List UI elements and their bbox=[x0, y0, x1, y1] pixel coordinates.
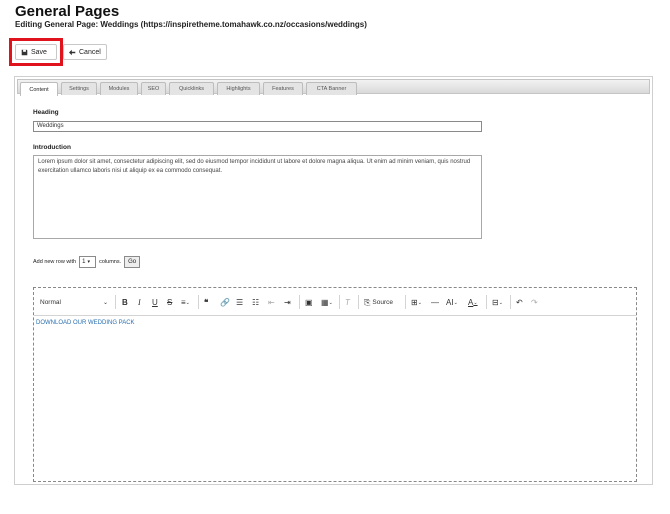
strikethrough-icon[interactable]: S bbox=[167, 297, 172, 308]
heading-input[interactable]: Weddings bbox=[33, 121, 482, 132]
bold-icon[interactable]: B bbox=[122, 297, 128, 308]
save-icon bbox=[21, 49, 28, 55]
editor-content[interactable]: DOWNLOAD OUR WEDDING PACK bbox=[36, 320, 135, 326]
align-icon[interactable]: ≡ ⌄ bbox=[181, 297, 190, 308]
tab-content[interactable]: Content bbox=[20, 82, 58, 96]
cancel-button[interactable]: Cancel bbox=[63, 44, 107, 60]
table-icon[interactable]: ▦ ⌄ bbox=[321, 297, 333, 308]
numbered-list-icon[interactable]: ☷ bbox=[252, 297, 259, 308]
rich-text-editor[interactable]: Normal ⌄ B I U S ≡ ⌄ ❝ 🔗 ☰ ☷ ⇤ ⇥ ▣ ▦ ⌄ T ⎘… bbox=[33, 287, 637, 482]
insert-template-icon[interactable]: ⊞ ⌄ bbox=[411, 297, 422, 308]
indent-icon[interactable]: ⇥ bbox=[284, 297, 291, 308]
chevron-down-icon: ⌄ bbox=[102, 300, 108, 306]
toolbar-divider bbox=[115, 295, 116, 309]
chevron-down-icon: ▾ bbox=[87, 258, 90, 265]
add-row-suffix: columns. bbox=[99, 258, 122, 265]
add-row-control: Add new row with 1 ▾ columns. Go bbox=[33, 255, 141, 268]
introduction-textarea[interactable]: Lorem ipsum dolor sit amet, consectetur … bbox=[33, 155, 482, 239]
tab-quicklinks[interactable]: Quicklinks bbox=[169, 82, 214, 95]
tab-highlights[interactable]: Highlights bbox=[217, 82, 260, 95]
toolbar-divider bbox=[486, 295, 487, 309]
underline-icon[interactable]: U bbox=[152, 297, 158, 308]
horizontal-line-icon[interactable]: — bbox=[431, 297, 439, 308]
add-row-prefix: Add new row with bbox=[33, 258, 77, 265]
toolbar-divider bbox=[405, 295, 406, 309]
source-icon: ⎘ bbox=[364, 297, 371, 307]
toolbar-divider bbox=[299, 295, 300, 309]
source-button[interactable]: ⎘ Source bbox=[364, 297, 393, 308]
remove-format-icon[interactable]: T bbox=[345, 297, 350, 308]
redo-icon[interactable]: ↷ bbox=[531, 297, 538, 308]
introduction-label: Introduction bbox=[33, 144, 71, 151]
columns-select[interactable]: 1 ▾ bbox=[79, 255, 97, 268]
tab-seo[interactable]: SEO bbox=[141, 82, 166, 95]
undo-icon[interactable]: ↶ bbox=[516, 297, 523, 308]
paragraph-format-select[interactable]: Normal ⌄ bbox=[40, 297, 108, 308]
tab-bar: Content Settings Modules SEO Quicklinks … bbox=[17, 79, 650, 96]
save-button[interactable]: Save bbox=[15, 44, 57, 60]
go-button[interactable]: Go bbox=[124, 255, 141, 268]
italic-icon[interactable]: I bbox=[138, 297, 141, 308]
show-blocks-icon[interactable]: ⊟ ⌄ bbox=[492, 297, 503, 308]
cancel-button-label: Cancel bbox=[79, 48, 101, 56]
toolbar-divider bbox=[358, 295, 359, 309]
page-subtitle: Editing General Page: Weddings (https://… bbox=[15, 20, 367, 29]
download-wedding-pack-link[interactable]: DOWNLOAD OUR WEDDING PACK bbox=[36, 320, 135, 326]
toolbar-divider bbox=[510, 295, 511, 309]
font-size-icon[interactable]: AI ⌄ bbox=[446, 297, 458, 308]
arrow-left-icon bbox=[69, 49, 76, 55]
page-title: General Pages bbox=[15, 3, 120, 20]
link-icon[interactable]: 🔗 bbox=[220, 297, 230, 308]
image-icon[interactable]: ▣ bbox=[305, 297, 313, 308]
heading-label: Heading bbox=[33, 109, 59, 116]
tab-cta-banner[interactable]: CTA Banner bbox=[306, 82, 357, 95]
edit-panel: Content Settings Modules SEO Quicklinks … bbox=[14, 76, 653, 485]
tab-features[interactable]: Features bbox=[263, 82, 303, 95]
save-button-label: Save bbox=[31, 48, 47, 56]
blockquote-icon[interactable]: ❝ bbox=[204, 297, 208, 308]
tab-modules[interactable]: Modules bbox=[100, 82, 138, 95]
toolbar-divider bbox=[198, 295, 199, 309]
toolbar-divider bbox=[339, 295, 340, 309]
editor-toolbar: Normal ⌄ B I U S ≡ ⌄ ❝ 🔗 ☰ ☷ ⇤ ⇥ ▣ ▦ ⌄ T ⎘… bbox=[34, 288, 636, 316]
tab-settings[interactable]: Settings bbox=[61, 82, 97, 95]
outdent-icon[interactable]: ⇤ bbox=[268, 297, 275, 308]
bulleted-list-icon[interactable]: ☰ bbox=[236, 297, 243, 308]
font-color-icon[interactable]: A ⌄ bbox=[468, 297, 478, 308]
